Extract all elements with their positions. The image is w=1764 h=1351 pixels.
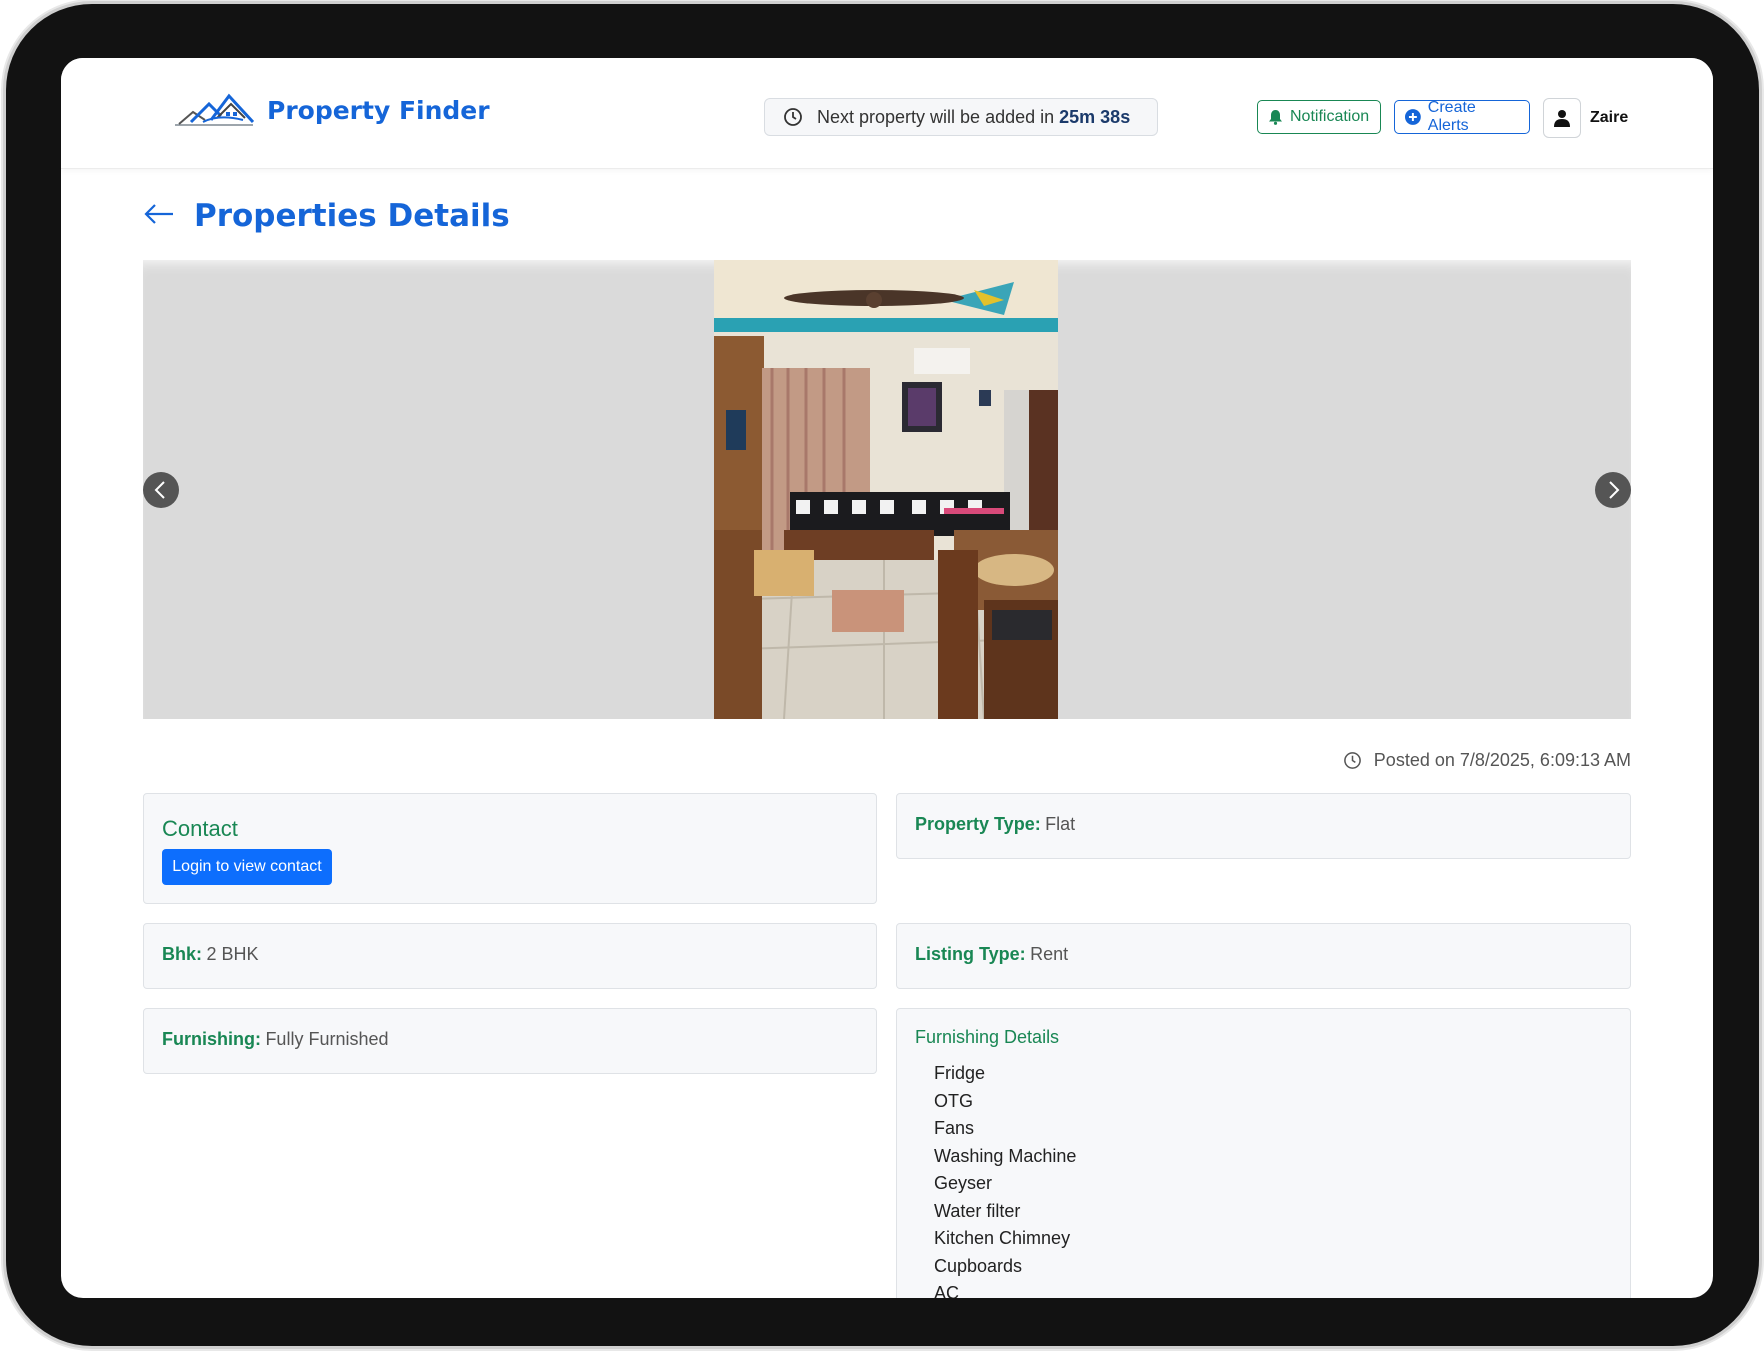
- list-item: Fans: [934, 1118, 975, 1138]
- page-title: Properties Details: [194, 198, 510, 234]
- bhk-value: 2 BHK: [206, 944, 259, 964]
- arrow-left-icon: [144, 204, 173, 224]
- user-name: Zaire: [1590, 109, 1629, 126]
- clock-icon: [1343, 752, 1361, 769]
- furnishing-details-card: Furnishing Details Fridge OTG Fans Washi…: [896, 1008, 1631, 1298]
- login-to-view-contact-button[interactable]: Login to view contact: [162, 849, 332, 885]
- plus-circle-icon: [1405, 109, 1421, 125]
- next-property-timer: Next property will be added in 25m 38s: [764, 98, 1158, 136]
- carousel-prev-button[interactable]: [143, 472, 179, 508]
- list-item: OTG: [934, 1090, 973, 1111]
- app-screen: Property Finder Next property will be ad…: [61, 58, 1713, 1298]
- list-item: Washing Machine: [934, 1145, 1077, 1166]
- notification-label: Notification: [1290, 108, 1370, 125]
- list-item: Water filter: [934, 1200, 1021, 1221]
- timer-value: 25m 38s: [1059, 106, 1131, 127]
- list-item: Geyser: [934, 1173, 993, 1193]
- furnishing-card: Furnishing: Fully Furnished: [143, 1008, 877, 1074]
- brand-name: Property Finder: [267, 95, 490, 125]
- property-type-card: Property Type: Flat: [896, 793, 1631, 859]
- tablet-frame: Property Finder Next property will be ad…: [6, 4, 1759, 1346]
- chevron-left-icon: [154, 481, 165, 499]
- user-menu[interactable]: Zaire: [1543, 98, 1628, 138]
- carousel-next-button[interactable]: [1595, 472, 1631, 508]
- posted-text: Posted on 7/8/2025, 6:09:13 AM: [1373, 750, 1631, 770]
- property-type-value: Flat: [1045, 814, 1076, 834]
- top-header: Property Finder Next property will be ad…: [61, 58, 1713, 169]
- contact-title: Contact: [162, 816, 238, 841]
- image-carousel[interactable]: [143, 260, 1631, 719]
- avatar[interactable]: [1543, 98, 1581, 138]
- contact-card: Contact Login to view contact: [143, 793, 877, 904]
- bhk-card: Bhk: 2 BHK: [143, 923, 877, 989]
- listing-type-card: Listing Type: Rent: [896, 923, 1631, 989]
- furnishing-value: Fully Furnished: [265, 1029, 389, 1049]
- list-item: Kitchen Chimney: [934, 1228, 1071, 1248]
- list-item: Fridge: [934, 1063, 986, 1083]
- property-photo: [714, 260, 1058, 719]
- posted-date: Posted on 7/8/2025, 6:09:13 AM: [1343, 750, 1631, 771]
- person-icon: [1554, 110, 1570, 127]
- list-item: Cupboards: [934, 1255, 1023, 1276]
- timer-prefix: Next property will be added in: [817, 106, 1055, 127]
- back-button[interactable]: [143, 202, 175, 231]
- bell-icon: [1269, 110, 1282, 125]
- clock-icon: [784, 108, 802, 126]
- property-type-label: Property Type:: [915, 814, 1041, 834]
- furnishing-details-list: Fridge OTG Fans Washing Machine Geyser W…: [934, 1060, 1076, 1298]
- brand-logo[interactable]: Property Finder: [173, 92, 490, 128]
- list-item: AC: [934, 1283, 960, 1298]
- listing-type-value: Rent: [1030, 944, 1069, 964]
- chevron-right-icon: [1609, 481, 1620, 499]
- furnishing-label: Furnishing:: [162, 1029, 261, 1049]
- create-alerts-button[interactable]: Create Alerts: [1394, 99, 1530, 134]
- create-alerts-label: Create Alerts: [1427, 99, 1476, 134]
- house-roof-logo-icon: [175, 93, 255, 126]
- living-room-photo: [714, 260, 1058, 719]
- furnishing-details-title: Furnishing Details: [915, 1027, 1060, 1047]
- notification-button[interactable]: Notification: [1257, 100, 1381, 134]
- bhk-label: Bhk:: [162, 944, 202, 964]
- listing-type-label: Listing Type:: [915, 944, 1026, 964]
